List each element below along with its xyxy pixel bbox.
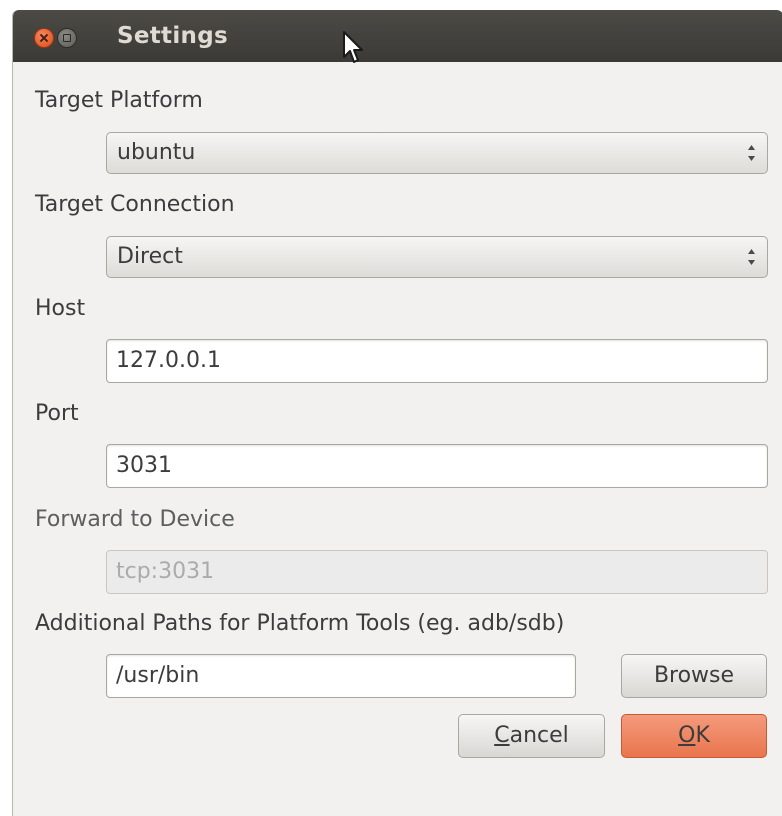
port-label: Port — [35, 401, 79, 426]
ok-button[interactable]: OK — [621, 714, 767, 758]
updown-arrows-icon — [748, 249, 755, 265]
minimize-icon[interactable] — [57, 28, 77, 48]
cancel-label: ancel — [509, 723, 569, 748]
ok-mnemonic: O — [678, 723, 696, 748]
host-label: Host — [35, 296, 86, 321]
target-connection-label: Target Connection — [35, 192, 235, 217]
target-platform-select[interactable]: ubuntu — [106, 132, 768, 174]
target-connection-select[interactable]: Direct — [106, 236, 768, 278]
updown-arrows-icon — [748, 145, 755, 161]
port-input[interactable]: 3031 — [106, 444, 768, 488]
target-platform-label: Target Platform — [35, 88, 203, 113]
cancel-mnemonic: C — [494, 723, 510, 748]
host-input[interactable]: 127.0.0.1 — [106, 339, 768, 383]
settings-dialog: Settings Target Platform ubuntu Target C… — [12, 10, 782, 816]
title-bar[interactable]: Settings — [13, 10, 782, 62]
forward-to-device-input: tcp:3031 — [106, 550, 768, 594]
target-platform-value: ubuntu — [117, 140, 196, 165]
additional-paths-input[interactable]: /usr/bin — [106, 654, 576, 698]
forward-to-device-label: Forward to Device — [35, 507, 235, 532]
ok-label: K — [695, 723, 710, 748]
window-title: Settings — [117, 23, 228, 49]
cancel-button[interactable]: Cancel — [458, 714, 605, 758]
additional-paths-label: Additional Paths for Platform Tools (eg.… — [35, 611, 565, 636]
browse-button[interactable]: Browse — [621, 654, 767, 698]
close-icon[interactable] — [34, 28, 54, 48]
target-connection-value: Direct — [117, 244, 183, 269]
mouse-pointer-icon — [343, 31, 363, 63]
